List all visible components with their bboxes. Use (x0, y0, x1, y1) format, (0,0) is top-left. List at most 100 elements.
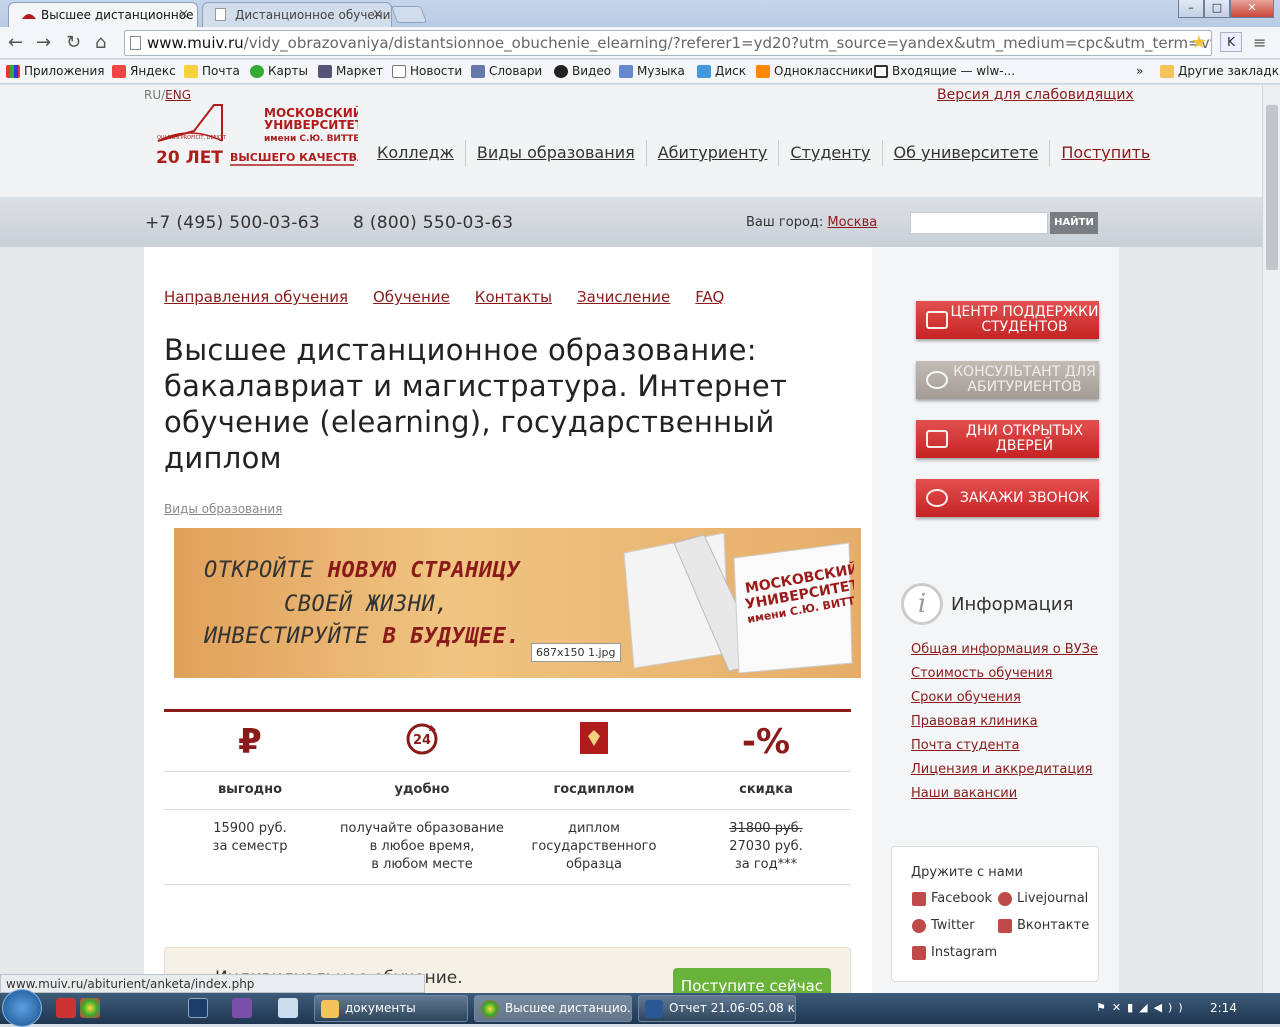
apply-now-button[interactable]: Поступите сейчас (673, 968, 831, 993)
student-support-button[interactable]: ЦЕНТР ПОДДЕРЖКИ СТУДЕНТОВ (916, 301, 1099, 339)
info-link-legal-clinic[interactable]: Правовая клиника (911, 710, 1098, 734)
taskbar-word-window[interactable]: Отчет 21.06-05.08 ко... (638, 995, 796, 1022)
social-box: Дружите с нами Facebook Livejournal Twit… (891, 846, 1099, 982)
city-label: Ваш город: (746, 215, 824, 230)
info-icon: i (901, 583, 943, 625)
new-tab-button[interactable] (390, 6, 428, 23)
social-livejournal[interactable]: Livejournal (998, 891, 1088, 906)
calculator-icon[interactable] (278, 998, 298, 1018)
search-button[interactable]: НАЙТИ (1050, 212, 1098, 234)
bookmark-maps[interactable]: Карты (250, 64, 308, 78)
info-link-cost[interactable]: Стоимость обучения (911, 662, 1098, 686)
system-tray[interactable]: ⚑✕▮◢◀)) (1096, 1001, 1189, 1014)
info-link-vacancies[interactable]: Наши вакансии (911, 782, 1098, 806)
url-domain: www.muiv.ru (147, 34, 244, 52)
taskbar-documents[interactable]: документы (314, 995, 468, 1022)
nav-apply[interactable]: Поступить (1050, 140, 1161, 166)
taskbar-chrome-window[interactable]: Высшее дистанцио... (474, 995, 632, 1022)
window-close-icon[interactable]: ✕ (1230, 0, 1274, 18)
feature-title: госдиплом (553, 782, 635, 797)
feature-title: выгодно (217, 782, 283, 797)
bookmark-music[interactable]: Музыка (619, 64, 685, 78)
phone-moscow[interactable]: +7 (495) 500-03-63 (145, 213, 320, 233)
extension-icon[interactable]: K (1220, 32, 1242, 52)
bookmark-disk[interactable]: Диск (697, 64, 746, 78)
forward-icon[interactable]: → (36, 32, 51, 54)
subnav-directions[interactable]: Направления обучения (164, 288, 348, 306)
visual-studio-icon[interactable] (232, 998, 252, 1018)
bookmark-odnoklassniki[interactable]: Одноклассники (756, 64, 873, 78)
subnav-learning[interactable]: Обучение (373, 288, 450, 306)
bookmark-inbox[interactable]: Входящие — wlw-... (874, 64, 1015, 78)
social-twitter[interactable]: Twitter (912, 918, 975, 933)
scrollbar-thumb[interactable] (1266, 105, 1278, 270)
bookmark-mail[interactable]: Почта (184, 64, 240, 78)
breadcrumb[interactable]: Виды образования (164, 502, 282, 516)
info-heading: i Информация (901, 583, 1073, 625)
nav-college[interactable]: Колледж (366, 140, 466, 166)
order-call-button[interactable]: ЗАКАЖИ ЗВОНОК (916, 479, 1099, 517)
status-bar-url: www.muiv.ru/abiturient/anketa/index.php (0, 974, 425, 993)
bookmark-video[interactable]: Видео (554, 64, 611, 78)
back-icon[interactable]: ← (8, 32, 23, 54)
page-scrollbar[interactable] (1262, 85, 1280, 993)
subnav-contacts[interactable]: Контакты (475, 288, 552, 306)
city-link[interactable]: Москва (827, 215, 877, 230)
subnav-enrollment[interactable]: Зачисление (577, 288, 670, 306)
info-link-student-mail[interactable]: Почта студента (911, 734, 1098, 758)
feature-title: удобно (394, 782, 450, 797)
address-bar[interactable]: www.muiv.ru/vidy_obrazovaniya/distantsio… (124, 30, 1212, 56)
feature-text: диплом государственного образца (531, 821, 657, 872)
svg-text:имени С.Ю. ВИТТЕ: имени С.Ю. ВИТТЕ (264, 134, 358, 144)
subnav-faq[interactable]: FAQ (695, 288, 724, 306)
social-title: Дружите с нами (911, 865, 1023, 880)
promo-banner[interactable]: ОТКРОЙТЕ НОВУЮ СТРАНИЦУ СВОЕЙ ЖИЗНИ, ИНВ… (174, 528, 861, 678)
home-icon[interactable]: ⌂ (95, 32, 106, 54)
url-path: /vidy_obrazovaniya/distantsionnoe_obuche… (243, 34, 1212, 52)
info-link-general[interactable]: Общая информация о ВУЗе (911, 638, 1098, 662)
svg-text:ВЫСШЕГО КАЧЕСТВА: ВЫСШЕГО КАЧЕСТВА (230, 151, 358, 164)
start-button[interactable] (2, 989, 42, 1027)
other-bookmarks[interactable]: Другие закладки (1160, 64, 1280, 78)
clock[interactable]: 2:14 (1210, 1001, 1237, 1015)
bookmark-yandex[interactable]: Яндекс (112, 64, 176, 78)
word-icon (645, 1000, 663, 1018)
photoshop-icon[interactable] (188, 998, 208, 1018)
social-vkontakte[interactable]: Вконтакте (998, 918, 1089, 933)
bookmark-apps[interactable]: Приложения (6, 64, 105, 78)
bookmark-news[interactable]: Новости (392, 64, 462, 78)
nav-applicant[interactable]: Абитуриенту (647, 140, 780, 166)
bookmark-market[interactable]: Маркет (318, 64, 383, 78)
page-title: Высшее дистанционное образование: бакала… (164, 333, 788, 475)
bookmark-star-icon[interactable]: ★ (1191, 32, 1207, 53)
nav-about[interactable]: Об университете (883, 140, 1051, 166)
close-tab-icon[interactable]: × (178, 7, 189, 22)
main-nav: Колледж Виды образования Абитуриенту Сту… (366, 140, 1161, 166)
minimize-icon[interactable]: – (1178, 0, 1204, 18)
tab-inactive[interactable]: Дистанционное обучени × (202, 2, 392, 27)
maximize-icon[interactable]: □ (1204, 0, 1230, 18)
site-search-input[interactable] (910, 212, 1048, 234)
tab-active[interactable]: Высшее дистанционное × (8, 2, 198, 27)
info-link-license[interactable]: Лицензия и аккредитация (911, 758, 1098, 782)
phone-free[interactable]: 8 (800) 550-03-63 (353, 213, 513, 233)
old-price: 31800 руб. (729, 821, 803, 836)
low-vision-link[interactable]: Версия для слабовидящих (937, 87, 1134, 103)
social-instagram[interactable]: Instagram (912, 945, 997, 960)
app-icon[interactable] (56, 998, 76, 1018)
social-facebook[interactable]: Facebook (912, 891, 992, 906)
nav-student[interactable]: Студенту (779, 140, 883, 166)
close-tab-icon[interactable]: × (372, 7, 383, 22)
nav-education-types[interactable]: Виды образования (466, 140, 647, 166)
applicant-consultant-button[interactable]: КОНСУЛЬТАНТ ДЛЯ АБИТУРИЕНТОВ (916, 361, 1099, 399)
university-logo[interactable]: МОСКОВСКИЙ УНИВЕРСИТЕТ имени С.Ю. ВИТТЕ … (154, 97, 358, 167)
menu-icon[interactable]: ≡ (1253, 32, 1266, 54)
info-link-duration[interactable]: Сроки обучения (911, 686, 1098, 710)
open-days-button[interactable]: ДНИ ОТКРЫТЫХ ДВЕРЕЙ (916, 420, 1099, 458)
bookmark-dictionaries[interactable]: Словари (471, 64, 542, 78)
info-title: Информация (951, 593, 1074, 615)
bookmarks-overflow[interactable]: » (1136, 64, 1143, 78)
reload-icon[interactable]: ↻ (66, 32, 81, 54)
svg-text:УНИВЕРСИТЕТ: УНИВЕРСИТЕТ (264, 118, 358, 132)
chrome-icon[interactable] (80, 998, 100, 1018)
